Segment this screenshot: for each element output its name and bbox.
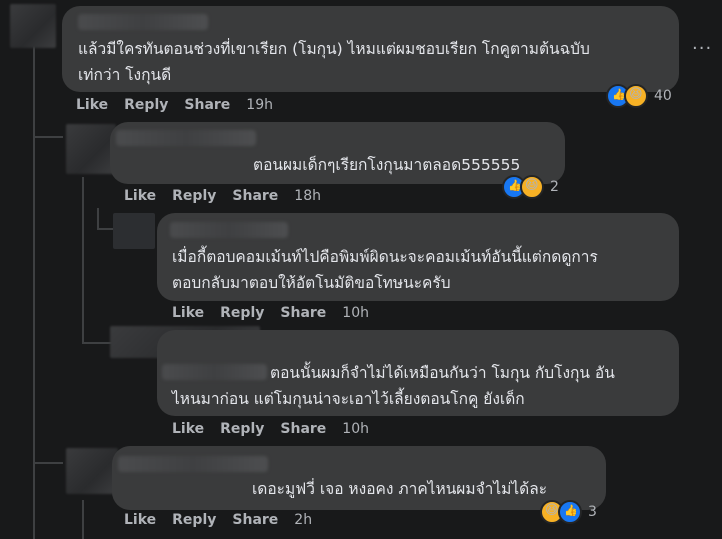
comment-actions: Like Reply Share 18h bbox=[124, 188, 321, 204]
reaction-summary[interactable]: 2 bbox=[502, 175, 559, 199]
share-link[interactable]: Share bbox=[280, 305, 326, 321]
avatar[interactable] bbox=[66, 448, 118, 494]
thread-line-branch-2 bbox=[97, 208, 99, 228]
comment-text: เมื่อกี้ตอบคอมเม้นท์ไปคือพิมพ์ผิดนะจะคอม… bbox=[172, 248, 598, 266]
avatar[interactable] bbox=[10, 4, 56, 48]
thread-line-branch-2h bbox=[97, 228, 113, 230]
timestamp[interactable]: 10h bbox=[342, 305, 369, 321]
author-name[interactable] bbox=[78, 14, 208, 30]
timestamp[interactable]: 2h bbox=[294, 512, 312, 528]
like-link[interactable]: Like bbox=[124, 188, 156, 204]
thread-line-main bbox=[33, 46, 35, 539]
reaction-summary[interactable]: 40 bbox=[606, 84, 672, 108]
comment-actions: Like Reply Share 2h bbox=[124, 512, 312, 528]
reaction-count: 2 bbox=[550, 179, 559, 195]
comment-actions: Like Reply Share 10h bbox=[172, 305, 369, 321]
comment-text: แล้วมีใครทันตอนช่วงที่เขาเรียก (โมกุน) ไ… bbox=[78, 40, 590, 58]
timestamp[interactable]: 18h bbox=[294, 188, 321, 204]
comment-actions: Like Reply Share 19h bbox=[76, 97, 273, 113]
thread-line-sub bbox=[82, 177, 84, 342]
thread-line-sub-2 bbox=[82, 500, 84, 539]
reply-link[interactable]: Reply bbox=[220, 305, 264, 321]
reaction-summary[interactable]: 3 bbox=[540, 500, 597, 524]
like-reaction-icon bbox=[558, 500, 582, 524]
reaction-count: 40 bbox=[654, 88, 672, 104]
avatar[interactable] bbox=[66, 124, 116, 174]
timestamp[interactable]: 19h bbox=[246, 97, 273, 113]
comment-text: เท่กว่า โงกุนดี bbox=[78, 66, 172, 84]
like-link[interactable]: Like bbox=[172, 421, 204, 437]
like-link[interactable]: Like bbox=[124, 512, 156, 528]
author-name[interactable] bbox=[118, 456, 268, 472]
comment-actions: Like Reply Share 10h bbox=[172, 421, 369, 437]
reply-link[interactable]: Reply bbox=[172, 188, 216, 204]
more-options-icon[interactable]: ··· bbox=[692, 38, 712, 59]
thread-line-branch-1 bbox=[33, 136, 63, 138]
like-link[interactable]: Like bbox=[76, 97, 108, 113]
share-link[interactable]: Share bbox=[232, 188, 278, 204]
comment-text: ตอนผมเด็กๆเรียกโงกุนมาตลอด555555 bbox=[253, 156, 521, 174]
comment-text: ตอนนั้นผมก็จำไม่ได้เหมือนกันว่า โมกุน กั… bbox=[270, 364, 615, 382]
thread-line-branch-3h bbox=[82, 342, 112, 344]
haha-reaction-icon bbox=[624, 84, 648, 108]
comment-text: ไหนมาก่อน แต่โมกุนน่าจะเอาไว้เลี้ยงตอนโก… bbox=[172, 390, 525, 408]
reply-link[interactable]: Reply bbox=[220, 421, 264, 437]
reply-link[interactable]: Reply bbox=[172, 512, 216, 528]
author-name[interactable] bbox=[162, 364, 267, 380]
reaction-count: 3 bbox=[588, 504, 597, 520]
reply-link[interactable]: Reply bbox=[124, 97, 168, 113]
avatar[interactable] bbox=[113, 213, 155, 249]
share-link[interactable]: Share bbox=[280, 421, 326, 437]
comment-text: ตอบกลับมาตอบให้อัตโนมัติขอโทษนะครับ bbox=[172, 274, 451, 292]
haha-reaction-icon bbox=[520, 175, 544, 199]
timestamp[interactable]: 10h bbox=[342, 421, 369, 437]
like-link[interactable]: Like bbox=[172, 305, 204, 321]
author-name[interactable] bbox=[116, 130, 256, 146]
share-link[interactable]: Share bbox=[232, 512, 278, 528]
share-link[interactable]: Share bbox=[184, 97, 230, 113]
comment-text: เดอะมูฟวี่ เจอ หงอคง ภาคไหนผมจำไม่ได้ละ bbox=[252, 480, 548, 498]
thread-line-branch-4 bbox=[33, 462, 63, 464]
author-name[interactable] bbox=[170, 222, 288, 238]
